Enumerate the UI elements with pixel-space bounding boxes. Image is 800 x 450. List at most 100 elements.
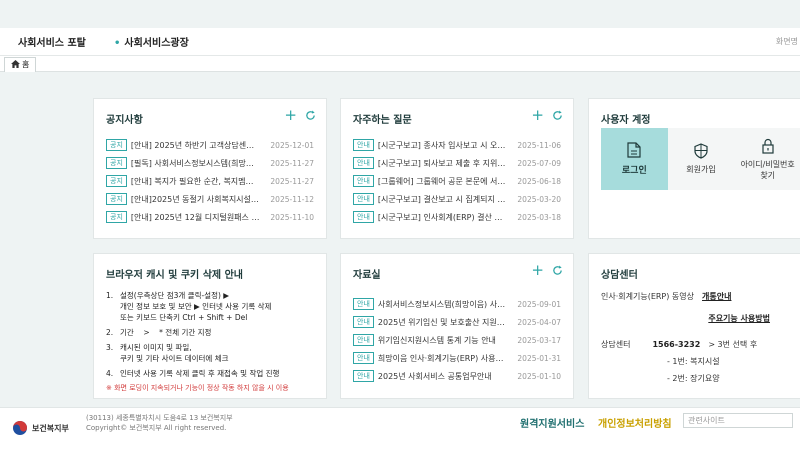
faq-more-button[interactable]: +	[531, 108, 544, 123]
badge: 안내	[353, 175, 374, 187]
data-room-more-button[interactable]: +	[531, 263, 544, 278]
item-date: 2025-11-27	[270, 158, 314, 168]
item-title: 위기임신지원시스템 통계 기능 안내	[377, 335, 496, 345]
list-item[interactable]: 공지[안내] 복지가 필요한 순간, 복지멤버십 안내 2025-11-27	[106, 172, 314, 190]
notice-more-button[interactable]: +	[284, 108, 297, 123]
badge: 안내	[353, 352, 374, 364]
item-date: 2025-11-12	[270, 194, 314, 204]
signup-label: 회원가입	[686, 165, 716, 174]
step-number: 3.	[106, 343, 114, 352]
item-title: 2025년 사회서비스 공통업무안내	[377, 371, 492, 381]
badge: 공지	[106, 193, 127, 205]
badge: 안내	[353, 370, 374, 382]
list-item[interactable]: 공지[안내]2025년 동절기 사회복지시설 안전점검 안내 2025-11-12	[106, 190, 314, 208]
item-date: 2025-12-01	[270, 140, 314, 150]
list-item[interactable]: 안내 2025년 사회서비스 공통업무안내 2025-01-10	[353, 367, 561, 385]
item-title: [그룹웨어] 그룹웨어 공문 본문에 서식 추가 방법	[377, 176, 507, 186]
nav-item-social-service-plaza[interactable]: • 사회서비스광장	[114, 34, 189, 49]
item-date: 2025-11-06	[517, 140, 561, 150]
step-item: 4. 인터넷 사용 기록 삭제 클릭 후 재접속 및 작업 진행	[106, 368, 318, 379]
step-number: 4.	[106, 369, 114, 378]
list-item[interactable]: 안내[시군구보고] 종사자 입사보고 시 오류 발생 조치 방법 2025-11-…	[353, 136, 561, 154]
footer-address: (30113) 세종특별자치시 도움4로 13 보건복지부 Copyright©…	[86, 413, 233, 433]
faq-card: 자주하는 질문 + 안내[시군구보고] 종사자 입사보고 시 오류 발생 조치 …	[340, 98, 574, 239]
ministry-name: 보건복지부	[32, 423, 69, 433]
refresh-icon[interactable]	[552, 109, 563, 121]
item-date: 2025-03-20	[517, 194, 561, 204]
top-band	[0, 0, 800, 28]
option-2: - 2번: 장기요양	[667, 374, 720, 383]
user-info: 화면명	[775, 37, 798, 46]
center-label: 상담센터	[601, 339, 631, 349]
data-room-card: 자료실 + 안내사회서비스정보시스템(희망이음) 사용자 매뉴얼2025-09-…	[340, 253, 574, 399]
list-item[interactable]: 안내[시군구보고] 결산보고 시 집계되지 않는 경우 2025-03-20	[353, 190, 561, 208]
step-line: 캐시된 이미지 및 파일,	[120, 343, 192, 352]
erp-open-guide-link[interactable]: 개통안내	[702, 291, 731, 302]
option-1: - 1번: 복지시설	[667, 357, 720, 366]
badge: 안내	[353, 193, 374, 205]
item-title: 2025년 위기임신 및 보호출산 지원 안내	[377, 317, 507, 327]
list-item[interactable]: 안내희망이음 인사·회계기능(ERP) 사용자 매뉴얼 2025-01-31	[353, 349, 561, 367]
step-line: 개인 정보 보호 및 보안 ▶ 인터넷 사용 기록 삭제	[120, 302, 272, 311]
item-title: [안내] 2025년 하반기 고객상담센터 운영 안내	[130, 140, 260, 150]
remote-support-link[interactable]: 원격지원서비스	[520, 415, 584, 430]
find-label-line1: 아이디/비밀번호	[740, 159, 795, 169]
list-item[interactable]: 공지[필독] 사회서비스정보시스템(희망이음) 이용 안내 2025-11-27	[106, 154, 314, 172]
data-room-title: 자료실	[353, 270, 381, 281]
find-id-password-button[interactable]: 아이디/비밀번호 찾기	[734, 128, 800, 190]
tab-home[interactable]: 홈	[4, 57, 37, 72]
item-title: [시군구보고] 퇴사보고 제출 후 지위 변경 방법	[377, 158, 507, 168]
login-label: 로그인	[621, 166, 647, 176]
privacy-policy-link[interactable]: 개인정보처리방침	[598, 415, 672, 430]
refresh-icon[interactable]	[552, 264, 563, 276]
list-item[interactable]: 공지[안내] 2025년 12월 디지털원패스 서비스 안내 2025-11-10	[106, 208, 314, 226]
item-title: [안내] 복지가 필요한 순간, 복지멤버십 안내	[130, 176, 260, 186]
item-date: 2025-03-18	[517, 212, 561, 222]
list-item[interactable]: 안내 위기임신지원시스템 통계 기능 안내 2025-03-17	[353, 331, 561, 349]
header: 사회서비스 포탈 • 사회서비스광장 화면명	[0, 28, 800, 56]
badge: 안내	[353, 298, 374, 310]
account-card: 사용자 계정 로그인 회원가입 아이디/비밀번호 찾기	[588, 98, 800, 239]
step-item: 3. 캐시된 이미지 및 파일, 쿠키 및 기타 사이트 데이터에 체크	[106, 342, 318, 364]
find-label-line2: 찾기	[760, 170, 776, 180]
faq-list: 안내[시군구보고] 종사자 입사보고 시 오류 발생 조치 방법2025-11-…	[353, 136, 561, 226]
list-item[interactable]: 안내[시군구보고] 퇴사보고 제출 후 지위 변경 방법 2025-07-09	[353, 154, 561, 172]
badge: 공지	[106, 211, 127, 223]
related-sites-select[interactable]: 관련사이트	[683, 413, 793, 428]
badge: 공지	[106, 175, 127, 187]
browser-cache-title: 브라우저 캐시 및 쿠키 삭제 안내	[106, 270, 244, 281]
portal-title[interactable]: 사회서비스 포탈	[18, 34, 86, 49]
list-item[interactable]: 공지[안내] 2025년 하반기 고객상담센터 운영 안내 2025-12-01	[106, 136, 314, 154]
item-date: 2025-07-09	[517, 158, 561, 168]
badge: 안내	[353, 157, 374, 169]
item-title: [시군구보고] 결산보고 시 집계되지 않는 경우	[377, 194, 507, 204]
list-item[interactable]: 안내 2025년 위기임신 및 보호출산 지원 안내 2025-04-07	[353, 313, 561, 331]
shield-icon	[694, 143, 708, 159]
list-item[interactable]: 안내[시군구보고] 인사회계(ERP) 결산 관련 문의 2025-03-18	[353, 208, 561, 226]
step-line: 설정(우측상단 점3개 클릭-설정) ▶	[120, 291, 230, 300]
step-item: 1. 설정(우측상단 점3개 클릭-설정) ▶ 개인 정보 보호 및 보안 ▶ 인터…	[106, 290, 318, 323]
item-date: 2025-03-17	[517, 335, 561, 345]
browser-cache-steps: 1. 설정(우측상단 점3개 클릭-설정) ▶ 개인 정보 보호 및 보안 ▶ 인터…	[106, 290, 318, 398]
browser-cache-card: 브라우저 캐시 및 쿠키 삭제 안내 1. 설정(우측상단 점3개 클릭-설정) …	[93, 253, 327, 399]
item-date: 2025-01-31	[517, 353, 561, 363]
data-room-list: 안내사회서비스정보시스템(희망이음) 사용자 매뉴얼2025-09-01 안내2…	[353, 295, 561, 385]
login-button[interactable]: 로그인	[601, 128, 668, 190]
badge: 안내	[353, 139, 374, 151]
list-item[interactable]: 안내[그룹웨어] 그룹웨어 공문 본문에 서식 추가 방법 2025-06-18	[353, 172, 561, 190]
refresh-icon[interactable]	[305, 109, 316, 121]
main-features-link[interactable]: 주요기능 사용방법	[708, 314, 770, 323]
faq-title: 자주하는 질문	[353, 115, 412, 126]
item-date: 2025-06-18	[517, 176, 561, 186]
badge: 안내	[353, 316, 374, 328]
tab-home-label: 홈	[22, 60, 30, 69]
item-title: [안내] 2025년 12월 디지털원패스 서비스 안내	[130, 212, 260, 222]
list-item[interactable]: 안내사회서비스정보시스템(희망이음) 사용자 매뉴얼 2025-09-01	[353, 295, 561, 313]
item-date: 2025-09-01	[517, 299, 561, 309]
badge: 안내	[353, 211, 374, 223]
item-title: [필독] 사회서비스정보시스템(희망이음) 이용 안내	[130, 158, 260, 168]
badge: 안내	[353, 334, 374, 346]
notice-list: 공지[안내] 2025년 하반기 고객상담센터 운영 안내2025-12-01 …	[106, 136, 314, 226]
signup-button[interactable]: 회원가입	[667, 128, 735, 190]
document-icon	[627, 142, 641, 158]
